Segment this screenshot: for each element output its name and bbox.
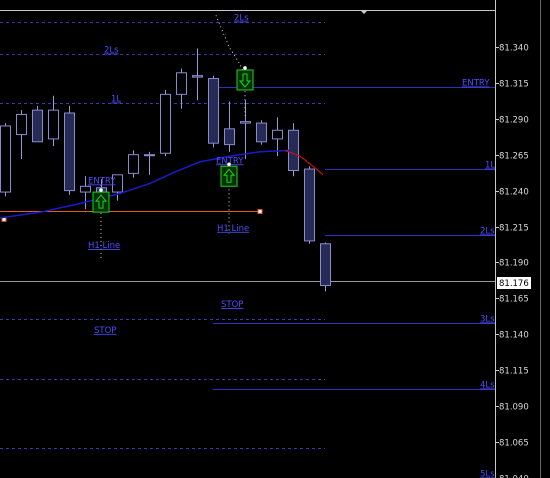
y-tick-label: 81.340: [499, 44, 529, 54]
level-label: 2Ls: [104, 46, 119, 56]
candle-body: [288, 129, 299, 171]
current-price-label: 81.176: [499, 279, 529, 289]
y-tick-label: 81.240: [499, 188, 529, 198]
candle: [288, 123, 299, 177]
candle: [208, 75, 219, 148]
orange-line-end-marker: [257, 209, 263, 214]
level-label: 1L: [111, 95, 121, 105]
y-tick-label: 81.315: [499, 80, 529, 90]
y-tick-label: 81.040: [499, 475, 529, 478]
candle-body: [32, 109, 43, 143]
candle-body: [272, 129, 283, 140]
candle: [320, 242, 331, 292]
candle: [160, 90, 171, 157]
y-tick-label: 81.140: [499, 331, 529, 341]
candle: [304, 166, 315, 244]
candle-body: [80, 185, 91, 193]
y-tick-label: 81.165: [499, 295, 529, 305]
y-tick-label: 81.290: [499, 116, 529, 126]
level-label: 2Ls: [234, 14, 249, 24]
candle: [64, 105, 75, 195]
buy-arrow-icon: [92, 188, 110, 213]
candle-body: [64, 112, 75, 192]
candle: [256, 120, 267, 145]
level-label: 3Ls: [480, 315, 495, 325]
candle-body: [160, 93, 171, 154]
y-tick-label: 81.115: [499, 367, 529, 377]
candle-body: [48, 109, 59, 140]
annotation-label: H1 Line: [88, 241, 120, 251]
candle-body: [224, 128, 235, 146]
candle-body: [128, 154, 139, 174]
candle: [32, 105, 43, 143]
candle-body: [0, 125, 11, 193]
y-tick-label: 81.190: [499, 259, 529, 269]
level-label: 2Ls: [480, 227, 495, 237]
y-tick-label: 81.265: [499, 152, 529, 162]
candle-body: [192, 75, 203, 78]
candle: [0, 123, 11, 197]
chart-background: [0, 0, 550, 478]
candle-body: [208, 78, 219, 144]
y-tick-label: 81.065: [499, 439, 529, 449]
candle-body: [240, 121, 251, 124]
candle-body: [320, 243, 331, 286]
annotation-label: ENTRY: [88, 176, 116, 186]
candlestick-chart: 2Ls2LsENTRY1L1L2Ls3Ls4Ls5LsENTRYENTRYH1 …: [0, 0, 550, 478]
buy-arrow-icon: [220, 162, 238, 187]
level-label: 5Ls: [480, 470, 495, 478]
level-label: 1L: [485, 161, 495, 171]
sell-arrow-icon: [236, 66, 254, 91]
annotation-label: H1 Line: [217, 224, 249, 234]
candle: [128, 150, 139, 178]
y-tick-label: 81.090: [499, 403, 529, 413]
annotation-label: STOP: [221, 300, 243, 310]
y-tick-label: 81.215: [499, 224, 529, 234]
candle-body: [176, 72, 187, 95]
candle-body: [16, 113, 27, 136]
annotation-label: STOP: [94, 326, 116, 336]
level-label: 4Ls: [480, 381, 495, 391]
candle-body: [304, 168, 315, 242]
candle-body: [144, 154, 155, 157]
candle-body: [256, 122, 267, 143]
level-label: ENTRY: [462, 79, 490, 89]
